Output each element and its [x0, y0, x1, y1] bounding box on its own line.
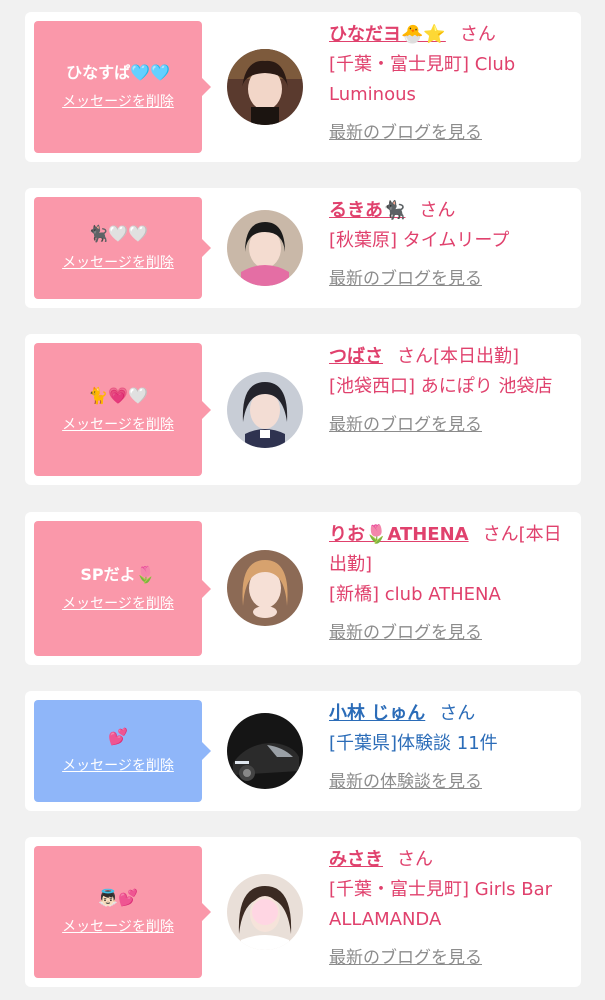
user-name-link[interactable]: 小林 じゅん [329, 703, 425, 724]
name-line: るきあ🐈‍⬛ さん [329, 196, 569, 226]
delete-message-link[interactable]: メッセージを削除 [62, 416, 174, 434]
shop-info: [新橋] club ATHENA [329, 584, 501, 605]
cast-name-link[interactable]: るきあ🐈‍⬛ [329, 200, 405, 221]
name-line: つばさ さん[本日出勤] [329, 342, 569, 372]
delete-message-link[interactable]: メッセージを削除 [62, 757, 174, 775]
latest-blog-link[interactable]: 最新のブログを見る [329, 618, 482, 648]
message-text: ひなすぱ🩵🩵 [66, 63, 170, 82]
latest-blog-link[interactable]: 最新のブログを見る [329, 410, 482, 440]
message-bubble: 👼🏻💕 メッセージを削除 [34, 846, 211, 978]
message-bubble: 🐈💗🤍 メッセージを削除 [34, 343, 211, 476]
honorific: さん [482, 524, 519, 545]
avatar[interactable] [227, 49, 303, 125]
list-item: 👼🏻💕 メッセージを削除 みさき さん [千葉・富士見町] Girls Bar A… [25, 837, 581, 987]
latest-blog-link[interactable]: 最新のブログを見る [329, 118, 482, 148]
delete-message-link[interactable]: メッセージを削除 [62, 918, 174, 936]
avatar[interactable] [227, 550, 303, 626]
delete-message-link[interactable]: メッセージを削除 [62, 93, 174, 111]
list-item: ひなすぱ🩵🩵 メッセージを削除 ひなだヨ🐣⭐ さん [千葉・富士見町] Club … [25, 12, 581, 162]
message-bubble: ひなすぱ🩵🩵 メッセージを削除 [34, 21, 211, 153]
honorific: さん [397, 346, 433, 367]
honorific: さん [419, 200, 456, 221]
delete-message-link[interactable]: メッセージを削除 [62, 254, 174, 272]
list-item: 🐈‍⬛🤍🤍 メッセージを削除 るきあ🐈‍⬛ さん [秋葉原] タイムリープ 最新の… [25, 188, 581, 308]
shop-info: [秋葉原] タイムリープ [329, 230, 510, 251]
cast-name-link[interactable]: ひなだヨ🐣⭐ [329, 24, 446, 45]
honorific: さん [397, 849, 433, 870]
status-suffix: [本日出勤] [433, 346, 520, 367]
latest-blog-link[interactable]: 最新のブログを見る [329, 943, 482, 973]
info: つばさ さん[本日出勤] [池袋西口] あにぽり 池袋店 最新のブログを見る [329, 342, 569, 440]
avatar[interactable] [227, 874, 303, 950]
info: みさき さん [千葉・富士見町] Girls Bar ALLAMANDA 最新のブ… [329, 845, 569, 973]
name-line: みさき さん [329, 845, 569, 875]
avatar[interactable] [227, 372, 303, 448]
info: りお🌷ATHENA さん[本日出勤] [新橋] club ATHENA 最新のブロ… [329, 520, 569, 648]
list-item: SPだよ🌷 メッセージを削除 りお🌷ATHENA さん[本日出勤] [新橋] cl… [25, 512, 581, 665]
name-line: りお🌷ATHENA さん[本日出勤] [329, 520, 569, 580]
message-bubble: 💕 メッセージを削除 [34, 700, 211, 802]
info: ひなだヨ🐣⭐ さん [千葉・富士見町] Club Luminous 最新のブログを… [329, 20, 569, 148]
review-info: [千葉県]体験談 11件 [329, 733, 498, 754]
message-list: ひなすぱ🩵🩵 メッセージを削除 ひなだヨ🐣⭐ さん [千葉・富士見町] Club … [0, 0, 605, 1000]
list-item: 💕 メッセージを削除 小林 じゅん さん [千葉県]体験談 11件 最新の体験談を… [25, 691, 581, 811]
message-bubble: 🐈‍⬛🤍🤍 メッセージを削除 [34, 197, 211, 299]
honorific: さん [459, 24, 496, 45]
latest-review-link[interactable]: 最新の体験談を見る [329, 767, 482, 797]
honorific: さん [439, 703, 476, 724]
list-item: 🐈💗🤍 メッセージを削除 つばさ さん[本日出勤] [池袋西口] あにぽり 池袋店… [25, 334, 581, 485]
delete-message-link[interactable]: メッセージを削除 [62, 595, 174, 613]
cast-name-link[interactable]: つばさ [329, 346, 383, 367]
cast-name-link[interactable]: みさき [329, 849, 383, 870]
message-text: SPだよ🌷 [80, 564, 156, 584]
message-text: 👼🏻💕 [98, 888, 138, 907]
name-line: 小林 じゅん さん [329, 699, 569, 729]
message-text: 🐈💗🤍 [88, 385, 148, 405]
cast-name-link[interactable]: りお🌷ATHENA [329, 524, 469, 545]
shop-info: [池袋西口] あにぽり 池袋店 [329, 376, 553, 397]
avatar[interactable] [227, 210, 303, 286]
info: 小林 じゅん さん [千葉県]体験談 11件 最新の体験談を見る [329, 699, 569, 797]
message-text: 🐈‍⬛🤍🤍 [88, 224, 148, 243]
name-line: ひなだヨ🐣⭐ さん [329, 20, 569, 50]
message-bubble: SPだよ🌷 メッセージを削除 [34, 521, 211, 656]
shop-info: [千葉・富士見町] Club Luminous [329, 54, 516, 105]
avatar[interactable] [227, 713, 303, 789]
latest-blog-link[interactable]: 最新のブログを見る [329, 264, 482, 294]
info: るきあ🐈‍⬛ さん [秋葉原] タイムリープ 最新のブログを見る [329, 196, 569, 294]
message-text: 💕 [108, 727, 128, 746]
shop-info: [千葉・富士見町] Girls Bar ALLAMANDA [329, 879, 552, 930]
